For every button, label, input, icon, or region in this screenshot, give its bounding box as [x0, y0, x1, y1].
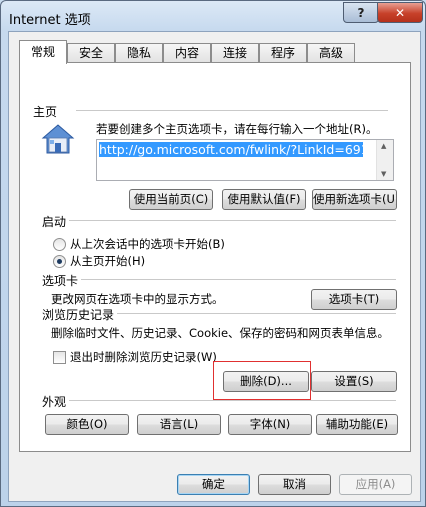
tab-advanced[interactable]: 高级: [307, 43, 355, 63]
tabs-divider: [80, 279, 396, 280]
apply-button[interactable]: 应用(A): [339, 474, 412, 495]
close-button[interactable]: ✕: [377, 2, 423, 23]
homepage-description: 若要创建多个主页选项卡，请在每行输入一个地址(R)。: [96, 122, 378, 136]
delete-on-exit-label: 退出时删除浏览历史记录(W): [70, 350, 217, 364]
radio-last-session-label: 从上次会话中的选项卡开始(B): [70, 237, 225, 251]
history-settings-button[interactable]: 设置(S): [311, 371, 397, 392]
startup-group-label: 启动: [42, 213, 70, 230]
home-icon: [41, 124, 75, 154]
delete-history-button[interactable]: 删除(D)...: [223, 371, 309, 392]
homepage-url-textarea[interactable]: http://go.microsoft.com/fwlink/?LinkId=6…: [96, 139, 394, 181]
close-icon: ✕: [394, 5, 406, 20]
window-title: Internet 选项: [9, 13, 91, 28]
history-group-label: 浏览历史记录: [42, 306, 118, 323]
scroll-down-icon[interactable]: ▼: [381, 170, 386, 178]
help-icon: ?: [357, 5, 365, 20]
tabs-settings-button[interactable]: 选项卡(T): [311, 289, 397, 310]
tab-programs[interactable]: 程序: [259, 43, 307, 63]
languages-button[interactable]: 语言(L): [137, 414, 221, 435]
history-divider: [116, 313, 396, 314]
cancel-button[interactable]: 取消: [258, 474, 331, 495]
dialog-client: 常规 安全 隐私 内容 连接 程序 高级 主页 若要创建多个主页选项卡，请在每行…: [8, 31, 421, 502]
tabs-description: 更改网页在选项卡中的显示方式。: [51, 292, 224, 306]
appearance-group-label: 外观: [42, 393, 70, 410]
dialog-window: Internet 选项 ? ✕ 常规 安全 隐私 内容 连接 程序 高级 主页 …: [0, 0, 426, 507]
tab-content[interactable]: 内容: [163, 43, 211, 63]
fonts-button[interactable]: 字体(N): [228, 414, 312, 435]
homepage-url-text: http://go.microsoft.com/fwlink/?LinkId=6…: [99, 142, 363, 157]
homepage-group-label: 主页: [33, 103, 61, 120]
accessibility-button[interactable]: 辅助功能(E): [316, 414, 398, 435]
use-new-tab-button[interactable]: 使用新选项卡(U): [312, 189, 397, 210]
delete-on-exit-checkbox[interactable]: [53, 351, 66, 364]
scroll-up-icon[interactable]: ▲: [381, 142, 386, 150]
tabs-group-label: 选项卡: [42, 272, 82, 289]
help-button[interactable]: ?: [343, 2, 379, 23]
url-scrollbar[interactable]: ▲ ▼: [376, 140, 393, 180]
radio-home-page-label: 从主页开始(H): [70, 254, 146, 268]
ok-button[interactable]: 确定: [177, 474, 250, 495]
radio-last-session[interactable]: [53, 238, 66, 251]
appearance-divider: [68, 400, 396, 401]
tab-general[interactable]: 常规: [19, 40, 67, 64]
colors-button[interactable]: 颜色(O): [45, 414, 129, 435]
use-default-button[interactable]: 使用默认值(F): [222, 189, 306, 210]
use-current-button[interactable]: 使用当前页(C): [129, 189, 213, 210]
history-description: 删除临时文件、历史记录、Cookie、保存的密码和网页表单信息。: [51, 326, 390, 340]
tab-security[interactable]: 安全: [67, 43, 115, 63]
radio-home-page[interactable]: [53, 255, 66, 268]
homepage-divider: [76, 110, 388, 111]
tab-privacy[interactable]: 隐私: [115, 43, 163, 63]
general-tab-panel: 主页 若要创建多个主页选项卡，请在每行输入一个地址(R)。 http://go.…: [19, 62, 411, 452]
startup-divider: [68, 220, 396, 221]
tab-connections[interactable]: 连接: [211, 43, 259, 63]
